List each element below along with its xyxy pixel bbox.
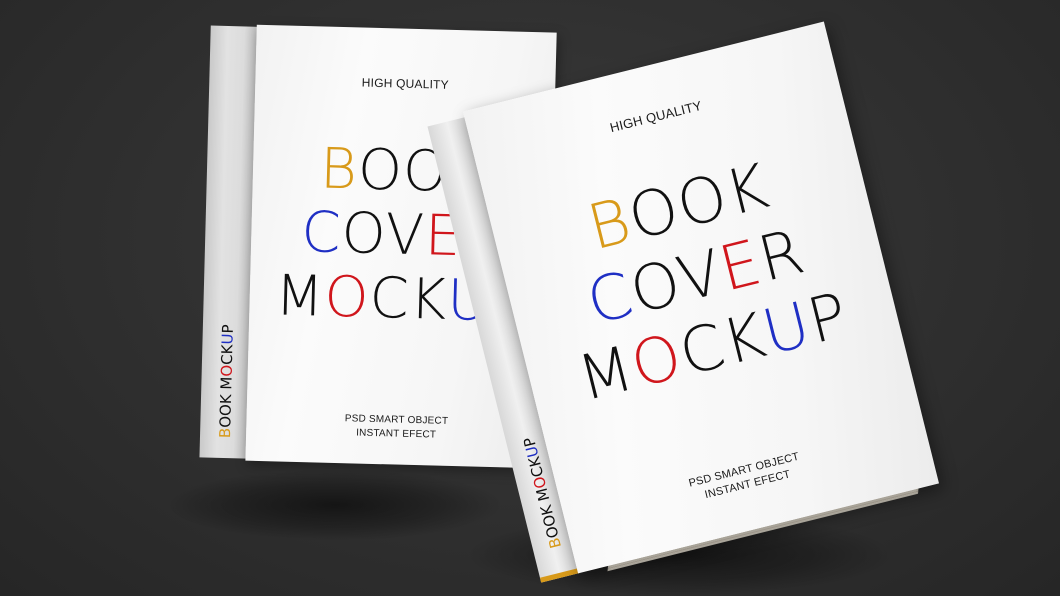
title-letter-segment: O: [323, 264, 371, 331]
title-letter-segment: OV: [340, 201, 426, 269]
title-letter-segment: B: [319, 136, 359, 203]
spine-letter-segment: U: [218, 333, 237, 345]
front-book-footer-line-2: INSTANT EFECT: [703, 468, 792, 502]
front-book: BOOK MOCKUP HIGH QUALITY BOOK COVER MOCK…: [426, 21, 940, 587]
spine-letter-segment: OOK: [535, 498, 563, 541]
spine-letter-segment: CK: [217, 344, 237, 366]
spine-letter-segment: O: [217, 364, 236, 377]
title-letter-segment: CK: [368, 265, 449, 333]
title-letter-segment: M: [274, 263, 326, 330]
title-letter-segment: C: [300, 200, 343, 267]
front-book-footer-line-1: PSD SMART OBJECT: [687, 450, 801, 490]
spine-letter-segment: P: [218, 324, 237, 334]
back-book-tagline: HIGH QUALITY: [361, 75, 450, 92]
mockup-scene: BOOK MOCKUP HIGH QUALITY BOOK COVER MOCK…: [0, 0, 1060, 596]
back-book-shadow: [170, 470, 500, 540]
back-book-spine-text: BOOK MOCKUP: [216, 324, 237, 438]
spine-letter-segment: M: [217, 376, 236, 390]
spine-letter-segment: CK: [524, 454, 548, 479]
spine-letter-segment: B: [215, 427, 235, 439]
spine-letter-segment: OOK: [216, 389, 236, 429]
